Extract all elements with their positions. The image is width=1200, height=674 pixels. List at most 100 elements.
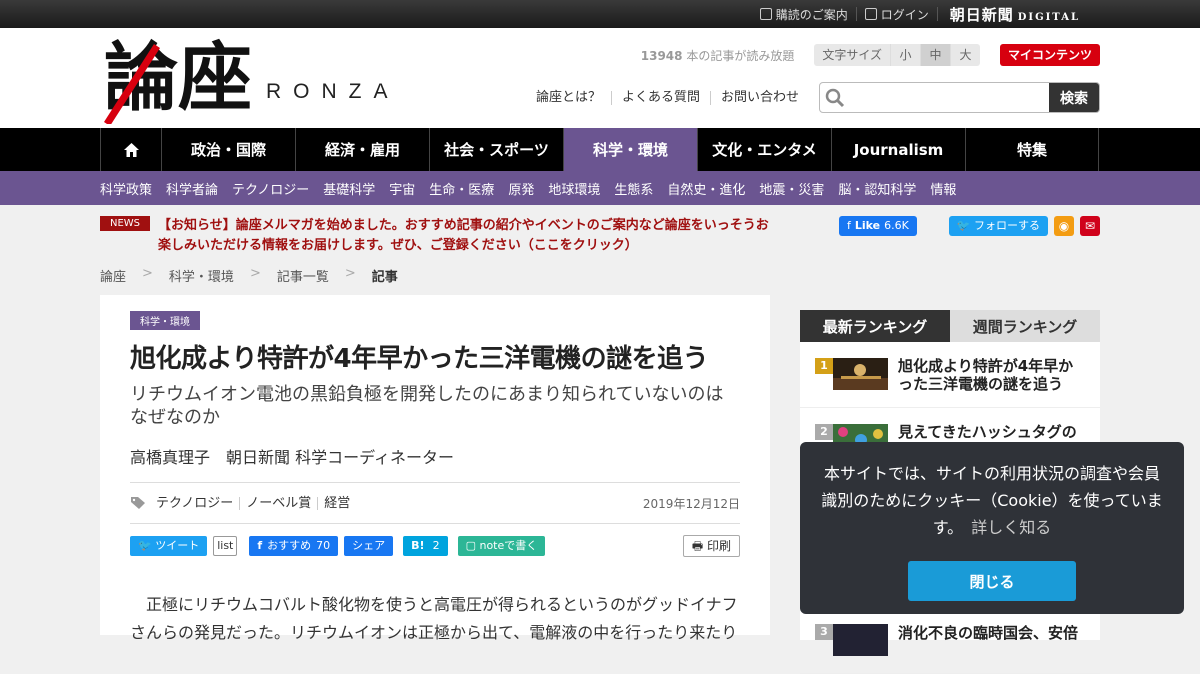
breadcrumb: 論座 > 科学・環境 > 記事一覧 > 記事 [100, 266, 398, 285]
rss-icon[interactable]: ◉ [1054, 216, 1074, 236]
search-input[interactable] [850, 83, 1049, 112]
sub-nav: 科学政策 科学者論 テクノロジー 基礎科学 宇宙 生命・医療 原発 地球環境 生… [0, 171, 1200, 205]
social-buttons: f Like 6.6K 🐦 フォローする ◉ ✉ [838, 216, 1100, 236]
breadcrumb-separator: > [142, 266, 153, 281]
subnav-item[interactable]: 生命・医療 [429, 179, 494, 198]
hatena-count: 2 [432, 539, 440, 552]
tweet-button[interactable]: 🐦 ツイート [130, 536, 208, 556]
facebook-like-button[interactable]: f Like 6.6K [838, 216, 917, 236]
search-button[interactable]: 検索 [1049, 83, 1099, 112]
login-label: ログイン [880, 7, 929, 22]
login-link[interactable]: ログイン [857, 7, 938, 22]
note-label: noteで書く [479, 539, 538, 552]
subnav-item[interactable]: 生態系 [614, 179, 653, 198]
news-link[interactable]: 【お知らせ】論座メルマガを始めました。おすすめ記事の紹介やイベントのご案内など論… [158, 216, 770, 256]
subnav-item[interactable]: 科学政策 [100, 179, 152, 198]
nav-home[interactable] [100, 128, 161, 171]
fb-like-count: 6.6K [884, 219, 909, 232]
article-title: 旭化成より特許が4年早かった三洋電機の謎を追う [130, 344, 709, 374]
tweet-label: ツイート [155, 539, 200, 552]
fb-recommend-button[interactable]: f おすすめ 70 [249, 536, 339, 556]
facebook-icon: f [846, 219, 851, 232]
nav-politics[interactable]: 政治・国際 [161, 128, 295, 171]
my-contents-button[interactable]: マイコンテンツ [999, 44, 1100, 66]
nav-economy[interactable]: 経済・雇用 [295, 128, 429, 171]
list-button[interactable]: list [213, 536, 238, 556]
hatena-bookmark-button[interactable]: B! 2 [403, 536, 448, 556]
site-header: 論座 RONZA 13948 本の記事が読み放題 文字サイズ 小 中 大 マイコ… [0, 28, 1200, 128]
subnav-item[interactable]: 情報 [930, 179, 956, 198]
nav-culture[interactable]: 文化・エンタメ [697, 128, 831, 171]
ranking-title: 消化不良の臨時国会、安倍 [898, 624, 1079, 642]
fb-share-button[interactable]: シェア [344, 536, 394, 556]
main-nav: 政治・国際 経済・雇用 社会・スポーツ 科学・環境 文化・エンタメ Journa… [0, 128, 1200, 171]
mail-icon[interactable]: ✉ [1080, 216, 1100, 236]
lock-icon [864, 8, 877, 20]
top-bar: 購読のご案内 ログイン 朝日新聞 DIGITAL [0, 0, 1200, 28]
breadcrumb-separator: > [249, 266, 261, 281]
header-tools: 13948 本の記事が読み放題 文字サイズ 小 中 大 マイコンテンツ 論座とは… [526, 44, 1100, 113]
rank-number: 2 [815, 424, 833, 440]
category-badge[interactable]: 科学・環境 [130, 311, 200, 330]
tab-weekly-ranking[interactable]: 週間ランキング [950, 310, 1100, 342]
note-button[interactable]: ▢ noteで書く [457, 536, 546, 556]
note-icon: ▢ [465, 539, 476, 552]
nav-special[interactable]: 特集 [965, 128, 1099, 171]
breadcrumb-home[interactable]: 論座 [100, 266, 126, 285]
nav-science[interactable]: 科学・環境 [563, 128, 697, 171]
font-size-medium[interactable]: 中 [919, 44, 950, 66]
subnav-item[interactable]: 基礎科学 [323, 179, 375, 198]
fb-like-label: Like [854, 219, 881, 232]
tab-latest-ranking[interactable]: 最新ランキング [800, 310, 950, 342]
print-button[interactable]: 🖶 印刷 [682, 535, 740, 557]
hatena-icon: B! [411, 539, 425, 552]
edit-icon [759, 8, 772, 20]
asahi-logo-sub: DIGITAL [1017, 11, 1080, 23]
home-icon [123, 142, 139, 157]
print-icon: 🖶 [691, 539, 704, 553]
subnav-item[interactable]: 科学者論 [166, 179, 218, 198]
cookie-close-button[interactable]: 閉じる [908, 561, 1076, 601]
contact-link[interactable]: お問い合わせ [711, 90, 809, 105]
tag-link[interactable]: ノーベル賞 [240, 496, 319, 510]
breadcrumb-category[interactable]: 科学・環境 [169, 266, 234, 285]
nav-society[interactable]: 社会・スポーツ [429, 128, 563, 171]
ronza-logo[interactable]: 論座 RONZA [104, 38, 400, 124]
read-count: 13948 [640, 48, 683, 63]
cookie-message: 本サイトでは、サイトの利用状況の調査や会員識別のためにクッキー（Cookie）を… [820, 460, 1164, 541]
ranking-item[interactable]: 1 旭化成より特許が4年早かった三洋電機の謎を追う [800, 342, 1100, 408]
ranking-title: 旭化成より特許が4年早かった三洋電機の謎を追う [898, 357, 1074, 393]
font-size-large[interactable]: 大 [949, 44, 980, 66]
about-link[interactable]: 論座とは？ [526, 90, 612, 105]
subscribe-link[interactable]: 購読のご案内 [752, 7, 857, 22]
subnav-item[interactable]: 地球環境 [548, 179, 600, 198]
logo-roman: RONZA [266, 80, 400, 103]
tw-follow-label: フォローする [974, 219, 1040, 232]
subnav-item[interactable]: 宇宙 [389, 179, 415, 198]
cookie-more-link[interactable]: 詳しく知る [971, 518, 1051, 537]
fb-recommend-label: おすすめ [267, 539, 312, 552]
nav-journalism[interactable]: Journalism [831, 128, 965, 171]
twitter-icon: 🐦 [138, 539, 152, 552]
cookie-banner: 本サイトでは、サイトの利用状況の調査や会員識別のためにクッキー（Cookie）を… [800, 442, 1184, 614]
tag-link[interactable]: テクノロジー [150, 496, 241, 510]
tag-link[interactable]: 経営 [318, 497, 356, 510]
subnav-item[interactable]: テクノロジー [232, 179, 309, 198]
twitter-icon: 🐦 [956, 219, 971, 232]
article-body: 正極にリチウムコバルト酸化物を使うと高電圧が得られるというのがグッドイナフさんら… [130, 595, 738, 642]
search-box: 検索 [819, 82, 1100, 113]
article-author[interactable]: 高橋真理子 朝日新聞 科学コーディネーター [130, 444, 740, 468]
ranking-tabs: 最新ランキング 週間ランキング [800, 310, 1100, 342]
subnav-item[interactable]: 原発 [508, 179, 534, 198]
subnav-item[interactable]: 自然史・進化 [667, 179, 745, 198]
rank-number: 1 [815, 358, 833, 374]
asahi-logo-text: 朝日新聞 [949, 5, 1014, 24]
asahi-digital-logo[interactable]: 朝日新聞 DIGITAL [950, 4, 1080, 25]
subnav-item[interactable]: 地震・災害 [759, 179, 824, 198]
twitter-follow-button[interactable]: 🐦 フォローする [948, 216, 1048, 236]
faq-link[interactable]: よくある質問 [612, 90, 711, 105]
subnav-item[interactable]: 脳・認知科学 [838, 179, 916, 198]
subscribe-label: 購読のご案内 [775, 7, 848, 22]
breadcrumb-list[interactable]: 記事一覧 [277, 266, 329, 285]
font-size-small[interactable]: 小 [889, 44, 920, 66]
